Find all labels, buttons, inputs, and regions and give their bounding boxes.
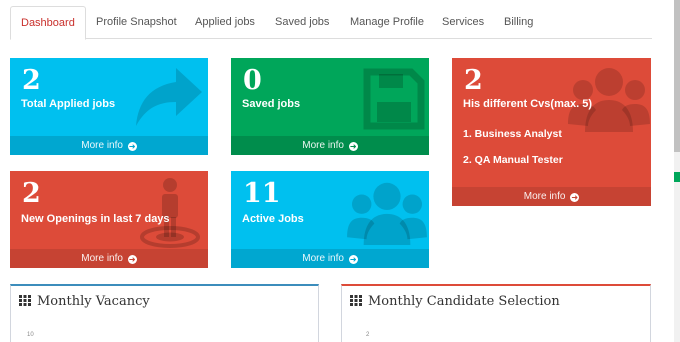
more-info-text: More info bbox=[81, 140, 123, 151]
users-icon bbox=[568, 68, 650, 132]
new-openings-more-info[interactable]: More info ➜ bbox=[10, 249, 208, 268]
y-axis-tick: 10 bbox=[27, 332, 34, 338]
monthly-vacancy-panel: Monthly Vacancy 10 bbox=[10, 284, 319, 342]
active-jobs-count: 11 bbox=[243, 178, 281, 209]
monthly-vacancy-title: Monthly Vacancy bbox=[19, 294, 150, 309]
more-info-text: More info bbox=[302, 140, 344, 151]
floppy-disk-icon bbox=[363, 68, 425, 130]
panel-title-text: Monthly Vacancy bbox=[37, 294, 150, 309]
saved-jobs-label: Saved jobs bbox=[242, 98, 301, 110]
cv-list: 1. Business Analyst 2. QA Manual Tester bbox=[463, 124, 563, 176]
saved-jobs-count: 0 bbox=[243, 65, 262, 96]
applied-jobs-count: 2 bbox=[22, 65, 41, 96]
more-info-text: More info bbox=[523, 191, 566, 202]
arrow-circle-right-icon: ➜ bbox=[127, 142, 137, 151]
more-info-text: More info bbox=[302, 253, 344, 264]
vertical-scrollbar[interactable] bbox=[674, 0, 680, 342]
grid-icon bbox=[350, 295, 362, 306]
cv-item[interactable]: 2. QA Manual Tester bbox=[463, 150, 563, 170]
new-openings-box: 2 New Openings in last 7 days More info … bbox=[10, 171, 208, 268]
monthly-candidate-selection-panel: Monthly Candidate Selection 2 bbox=[341, 284, 651, 342]
saved-jobs-more-info[interactable]: More info ➜ bbox=[231, 136, 429, 155]
cv-item[interactable]: 1. Business Analyst bbox=[463, 124, 563, 144]
active-jobs-label: Active Jobs bbox=[242, 213, 304, 225]
arrow-circle-right-icon: ➜ bbox=[348, 255, 358, 264]
users-icon bbox=[347, 182, 427, 246]
more-info-text: More info bbox=[81, 253, 123, 264]
grid-icon bbox=[19, 295, 31, 306]
tab-bar: Dashboard Profile Snapshot Applied jobs … bbox=[10, 6, 652, 40]
cvs-box: 2 His different Cvs(max. 5) 1. Business … bbox=[452, 58, 651, 206]
new-openings-label: New Openings in last 7 days bbox=[21, 213, 170, 225]
tab-applied-jobs[interactable]: Applied jobs bbox=[185, 6, 265, 39]
applied-jobs-box: 2 Total Applied jobs More info ➜ bbox=[10, 58, 208, 155]
cvs-more-info[interactable]: More info ➜ bbox=[452, 187, 651, 206]
saved-jobs-box: 0 Saved jobs More info ➜ bbox=[231, 58, 429, 155]
tab-saved-jobs[interactable]: Saved jobs bbox=[265, 6, 339, 39]
cvs-count: 2 bbox=[464, 65, 483, 96]
new-openings-count: 2 bbox=[22, 178, 41, 209]
applied-jobs-more-info[interactable]: More info ➜ bbox=[10, 136, 208, 155]
monthly-candidate-selection-title: Monthly Candidate Selection bbox=[350, 294, 560, 309]
share-arrow-icon bbox=[136, 68, 202, 126]
tab-manage-profile[interactable]: Manage Profile bbox=[340, 6, 434, 39]
panel-title-text: Monthly Candidate Selection bbox=[368, 294, 560, 309]
arrow-circle-right-icon: ➜ bbox=[127, 255, 137, 264]
applied-jobs-label: Total Applied jobs bbox=[21, 98, 116, 110]
y-axis-tick: 2 bbox=[366, 332, 370, 338]
tab-profile-snapshot[interactable]: Profile Snapshot bbox=[86, 6, 187, 39]
active-jobs-box: 11 Active Jobs More info ➜ bbox=[231, 171, 429, 268]
tab-dashboard[interactable]: Dashboard bbox=[10, 6, 86, 40]
arrow-circle-right-icon: ➜ bbox=[348, 142, 358, 151]
tab-billing[interactable]: Billing bbox=[494, 6, 543, 39]
arrow-circle-right-icon: ➜ bbox=[570, 193, 580, 202]
tab-services[interactable]: Services bbox=[432, 6, 494, 39]
scrollbar-thumb[interactable] bbox=[674, 0, 680, 152]
active-jobs-more-info[interactable]: More info ➜ bbox=[231, 249, 429, 268]
scrollbar-marker bbox=[674, 172, 680, 182]
cvs-label: His different Cvs(max. 5) bbox=[463, 98, 592, 110]
